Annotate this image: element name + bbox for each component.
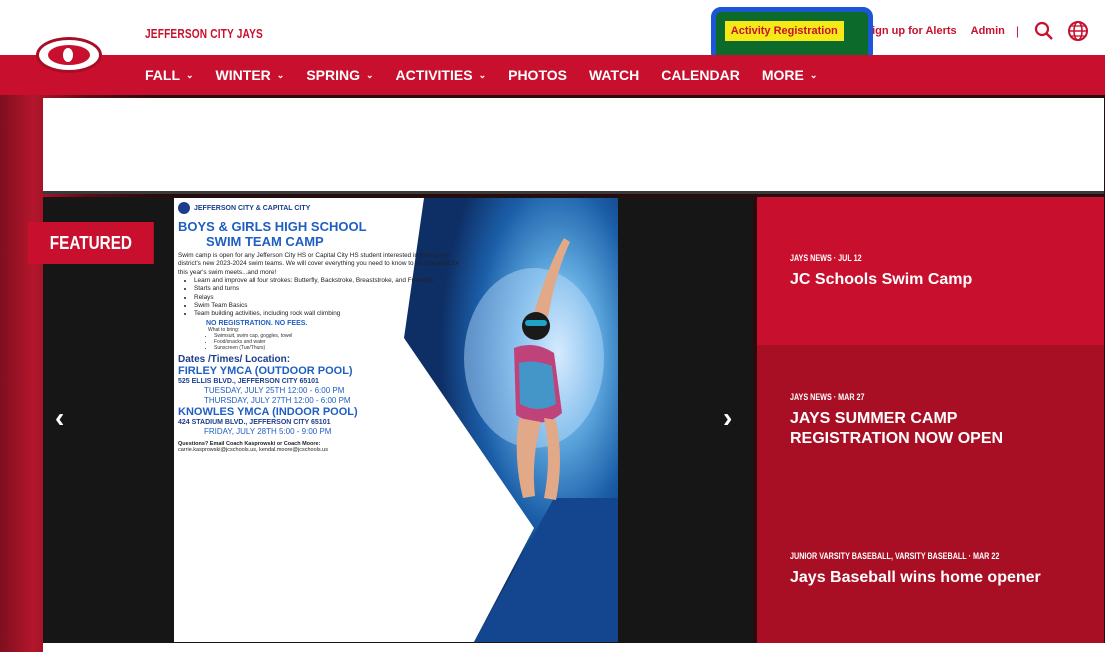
nav-item-label: PHOTOS (508, 67, 567, 83)
flyer-title: BOYS & GIRLS HIGH SCHOOL (178, 219, 367, 234)
flyer-location-1: FIRLEY YMCA (OUTDOOR POOL) (178, 365, 353, 378)
flyer-time-1b: THURSDAY, JULY 27TH 12:00 - 6:00 PM (204, 396, 351, 406)
nav-item-more[interactable]: MORE ⌄ (762, 67, 818, 83)
nav-item-label: FALL (145, 67, 180, 83)
nav-item-label: ACTIVITIES (395, 67, 473, 83)
admin-link[interactable]: Admin (971, 25, 1005, 37)
nav-items: FALL ⌄ WINTER ⌄ SPRING ⌄ ACTIVITIES ⌄ PHOTOS WATC… (145, 55, 839, 95)
flyer-subtitle: SWIM TEAM CAMP (206, 234, 324, 249)
globe-icon[interactable] (1065, 18, 1091, 44)
flyer-bring-item: Sunscreen (Tue/Thurs) (214, 345, 478, 351)
featured-tag: FEATURED (28, 222, 154, 264)
flyer-bullet: Relays (194, 294, 478, 302)
nav-item-activities[interactable]: ACTIVITIES ⌄ (396, 67, 487, 83)
nav-item-label: CALENDAR (661, 67, 740, 83)
activity-registration-link[interactable]: Activity Registration (724, 21, 844, 41)
separator: | (1015, 24, 1019, 38)
news-meta: JAYS NEWS · JUL 12 (790, 252, 862, 263)
chevron-down-icon: ⌄ (186, 69, 194, 80)
flyer-bullet: Starts and turns (194, 285, 478, 293)
featured-image[interactable]: JEFFERSON CITY & CAPITAL CITY BOYS & GIR… (174, 198, 618, 642)
nav-item-fall[interactable]: FALL ⌄ (145, 67, 194, 83)
site-name[interactable]: JEFFERSON CITY JAYS (145, 26, 263, 41)
nav-item-spring[interactable]: SPRING ⌄ (306, 67, 373, 83)
nav-item-watch[interactable]: WATCH (589, 67, 639, 83)
news-title[interactable]: JC Schools Swim Camp (790, 270, 1070, 290)
news-title[interactable]: JAYS SUMMER CAMP REGISTRATION NOW OPEN (790, 409, 1070, 449)
flyer-emails: carrie.kasprowski@jcschools.us, kendal.m… (178, 447, 328, 454)
flyer-no-registration: NO REGISTRATION. NO FEES. (206, 320, 308, 328)
chevron-down-icon: ⌄ (809, 69, 818, 80)
flyer-address-2: 424 STADIUM BLVD., JEFFERSON CITY 65101 (178, 419, 331, 427)
nav-item-label: WATCH (588, 67, 640, 83)
flyer-bullets: Learn and improve all four strokes: Butt… (188, 277, 478, 318)
nav-item-calendar[interactable]: CALENDAR (661, 67, 740, 83)
flyer-address-1: 525 ELLIS BLVD., JEFFERSON CITY 65101 (178, 378, 319, 386)
flyer-bring-list: Swimsuit, swim cap, goggles, towelFood/s… (208, 333, 478, 351)
top-bar: JEFFERSON CITY JAYS Activity Registratio… (0, 0, 1105, 63)
nav-item-label: MORE (761, 67, 804, 83)
flyer-bullet: Swim Team Basics (194, 302, 478, 310)
nav-item-label: WINTER (215, 67, 271, 83)
chevron-down-icon: ⌄ (276, 69, 285, 80)
news-item[interactable]: JUNIOR VARSITY BASEBALL, VARSITY BASEBAL… (757, 495, 1104, 643)
main-nav: FALL ⌄ WINTER ⌄ SPRING ⌄ ACTIVITIES ⌄ PHOTOS WATC… (0, 55, 1105, 95)
chevron-down-icon: ⌄ (478, 69, 487, 80)
news-title[interactable]: Jays Baseball wins home opener (790, 568, 1070, 588)
flyer-dates-heading: Dates /Times/ Location: (178, 354, 291, 366)
search-icon[interactable] (1031, 18, 1057, 44)
banner-panel (43, 98, 1104, 194)
nav-item-winter[interactable]: WINTER ⌄ (216, 67, 285, 83)
flyer-time-1a: TUESDAY, JULY 25TH 12:00 - 6:00 PM (204, 386, 345, 396)
flyer-bullet: Team building activities, including rock… (194, 310, 478, 318)
chevron-down-icon: ⌄ (366, 69, 374, 80)
school-logo[interactable] (36, 37, 102, 73)
news-meta: JUNIOR VARSITY BASEBALL, VARSITY BASEBAL… (790, 550, 1000, 561)
page-content-start (43, 643, 1105, 652)
flyer-bullet: Learn and improve all four strokes: Butt… (194, 277, 478, 285)
flyer-body: Swim camp is open for any Jefferson City… (178, 252, 460, 276)
alerts-link[interactable]: Sign up for Alerts (865, 25, 957, 37)
nav-item-photos[interactable]: PHOTOS (508, 67, 567, 83)
carousel-prev-arrow[interactable]: ‹ (55, 402, 64, 434)
news-item[interactable]: JAYS NEWS · MAR 27 JAYS SUMMER CAMP REGI… (757, 345, 1104, 495)
flyer-text: JEFFERSON CITY & CAPITAL CITY BOYS & GIR… (178, 202, 478, 453)
district-logo-icon (178, 202, 190, 214)
utility-links: Activity Registration Sign up for Alerts… (710, 7, 1091, 63)
carousel-next-arrow[interactable]: › (723, 402, 732, 434)
nav-item-label: SPRING (306, 67, 360, 83)
flyer-time-2: FRIDAY, JULY 28TH 5:00 - 9:00 PM (204, 427, 332, 437)
news-meta: JAYS NEWS · MAR 27 (790, 391, 865, 402)
news-item[interactable]: JAYS NEWS · JUL 12 JC Schools Swim Camp (757, 197, 1104, 345)
flyer-location-2: KNOWLES YMCA (INDOOR POOL) (178, 406, 358, 419)
activity-registration-highlight: Activity Registration (710, 7, 873, 63)
flyer-org: JEFFERSON CITY & CAPITAL CITY (178, 202, 478, 214)
